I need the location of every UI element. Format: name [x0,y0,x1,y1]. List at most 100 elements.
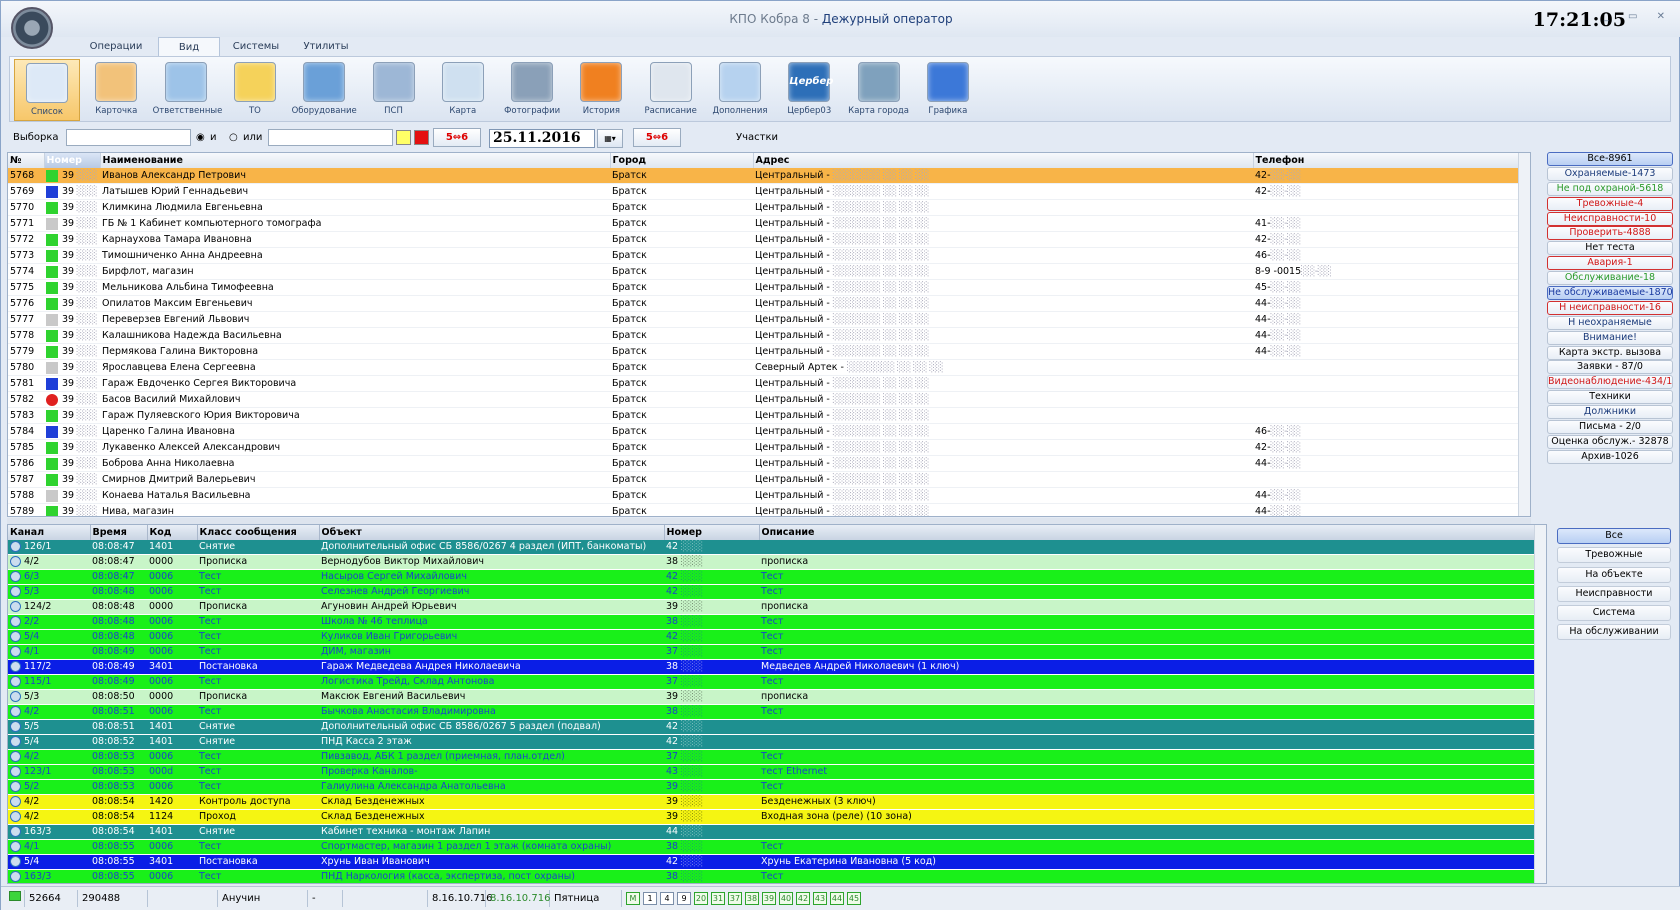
col-address[interactable]: Адрес [753,153,1254,168]
event-filter-3[interactable]: Неисправности [1557,585,1671,602]
events-scrollbar[interactable] [1534,525,1546,883]
table-row[interactable]: 5768 39 ░░░ Иванов Александр Петрович Братс… [8,168,1520,185]
table-row[interactable]: 5779 39 ░░░ Пермякова Галина Викторовна Бра… [8,343,1520,361]
table-row[interactable]: 5778 39 ░░░ Калашникова Надежда Васильевна… [8,327,1520,345]
channel-indicator[interactable]: 40 [779,892,793,905]
date-field[interactable]: 25.11.2016 [489,129,595,148]
tab-0[interactable]: Операции [81,37,151,57]
event-filter-5[interactable]: На обслуживании [1557,624,1671,641]
event-filter-0[interactable]: Все [1557,528,1671,544]
event-row[interactable]: 4/1 08:08:55 0006 Тест Спортмастер, магазин … [8,839,1536,856]
ribbon-button-7[interactable]: Фотографии [499,59,565,121]
filter-button-16[interactable]: Техники [1547,390,1673,405]
channel-indicator[interactable]: 9 [677,892,691,905]
ribbon-button-10[interactable]: Дополнения [707,59,773,121]
event-row[interactable]: 5/2 08:08:53 0006 Тест Галиулина Александра … [8,779,1536,796]
table-row[interactable]: 5770 39 ░░░ Климкина Людмила Евгеньевна Бра… [8,199,1520,217]
col-channel[interactable]: Канал [8,525,91,540]
filter-button-11[interactable]: Н неохраняемые [1547,315,1673,330]
table-row[interactable]: 5774 39 ░░░ Бирфлот, магазин Братск Централь… [8,263,1520,281]
col-class[interactable]: Класс сообщения [197,525,320,540]
filter-button-14[interactable]: Заявки - 87/0 [1547,360,1673,375]
ribbon-button-12[interactable]: Карта города [846,59,912,121]
event-row[interactable]: 5/4 08:08:52 1401 Снятие ПНД Касса 2 этаж 42 … [8,734,1536,751]
areas-label[interactable]: Участки [736,132,778,143]
date-swap-button[interactable]: 5⇔6 [633,128,681,147]
col-phone[interactable]: Телефон [1253,153,1521,168]
calendar-dropdown-icon[interactable]: ▦▾ [597,129,623,148]
ribbon-button-8[interactable]: История [568,59,634,121]
col-number[interactable]: Номер [44,153,101,168]
table-row[interactable]: 5786 39 ░░░ Боброва Анна Николаевна Братск Ц… [8,455,1520,473]
filter-button-17[interactable]: Должники [1547,405,1673,420]
table-row[interactable]: 5781 39 ░░░ Гараж Евдоченко Сергея Викторо… [8,375,1520,393]
filter-button-13[interactable]: Карта экстр. вызова [1547,345,1673,360]
table-row[interactable]: 5769 39 ░░░ Латышев Юрий Геннадьевич Братск… [8,183,1520,201]
event-row[interactable]: 163/3 08:08:55 0006 Тест ПНД Наркология (кас… [8,869,1536,883]
filter-button-1[interactable]: Охраняемые-1473 [1547,166,1673,181]
event-row[interactable]: 5/3 08:08:50 0000 Прописка Максюк Евгений Ва… [8,689,1536,706]
channel-indicator[interactable]: 38 [745,892,759,905]
ribbon-button-2[interactable]: Ответственные [153,59,222,121]
radio-or-icon[interactable]: ○ [229,132,238,143]
channel-indicator[interactable]: 43 [813,892,827,905]
event-row[interactable]: 115/1 08:08:49 0006 Тест Логистика Трейд, Ск… [8,674,1536,691]
channel-indicator[interactable]: 37 [728,892,742,905]
filter-button-9[interactable]: Не обслуживаемые-1870 [1547,286,1673,301]
filter-button-10[interactable]: Н неисправности-16 [1547,300,1673,315]
ribbon-button-11[interactable]: Цербер Цербер03 [776,59,842,121]
channel-indicator[interactable]: M [626,892,640,905]
event-row[interactable]: 5/5 08:08:51 1401 Снятие Дополнительный офис… [8,719,1536,736]
filter-button-19[interactable]: Оценка обслуж.- 32878 [1547,434,1673,449]
event-row[interactable]: 163/3 08:08:54 1401 Снятие Кабинет техника -… [8,824,1536,841]
table-row[interactable]: 5776 39 ░░░ Опилатов Максим Евгеньевич Брат… [8,295,1520,313]
table-row[interactable]: 5787 39 ░░░ Смирнов Дмитрий Валерьевич Брат… [8,471,1520,489]
filter-button-3[interactable]: Тревожные-4 [1547,196,1673,211]
event-row[interactable]: 117/2 08:08:49 3401 Постановка Гараж Медведе… [8,659,1536,676]
event-row[interactable]: 123/1 08:08:53 000d Тест Проверка Каналов- 43… [8,764,1536,781]
col-name[interactable]: Наименование [100,153,611,168]
ribbon-button-1[interactable]: Карточка [83,59,149,121]
table-row[interactable]: 5775 39 ░░░ Мельникова Альбина Тимофеевна Б… [8,279,1520,297]
tab-3[interactable]: Утилиты [293,37,359,57]
event-row[interactable]: 124/2 08:08:48 0000 Прописка Агуновин Андрей… [8,599,1536,616]
event-filter-4[interactable]: Система [1557,605,1671,622]
event-filter-2[interactable]: На объекте [1557,566,1671,583]
filter-or-input[interactable] [268,129,393,146]
ribbon-button-5[interactable]: ПСП [361,59,427,121]
event-row[interactable]: 4/2 08:08:54 1124 Проход Склад Безденежных 39… [8,809,1536,826]
yellow-filter-button[interactable] [396,130,411,145]
table-row[interactable]: 5771 39 ░░░ ГБ № 1 Кабинет компьютерного т… [8,215,1520,233]
ribbon-button-9[interactable]: Расписание [638,59,704,121]
filter-button-4[interactable]: Неисправности-10 [1547,211,1673,226]
table-row[interactable]: 5782 39 ░░░ Басов Василий Михайлович Братск… [8,391,1520,409]
ribbon-button-13[interactable]: Графика [915,59,981,121]
event-row[interactable]: 4/2 08:08:51 0006 Тест Бычкова Анастасия Вла… [8,704,1536,721]
event-row[interactable]: 4/2 08:08:54 1420 Контроль доступа Склад Без… [8,794,1536,811]
channel-indicator[interactable]: 45 [847,892,861,905]
ribbon-button-6[interactable]: Карта [430,59,496,121]
col-num[interactable]: Номер [664,525,760,540]
channel-indicator[interactable]: 4 [660,892,674,905]
filter-button-8[interactable]: Обслуживание-18 [1547,271,1673,286]
table-row[interactable]: 5772 39 ░░░ Карнаухова Тамара Ивановна Брат… [8,231,1520,249]
event-row[interactable]: 5/4 08:08:48 0006 Тест Куликов Иван Григорье… [8,629,1536,646]
filter-button-5[interactable]: Проверить-4888 [1547,226,1673,241]
table-row[interactable]: 5783 39 ░░░ Гараж Пуляевского Юрия Викторо… [8,407,1520,425]
channel-indicator[interactable]: 44 [830,892,844,905]
filter-button-12[interactable]: Внимание! [1547,330,1673,345]
channel-indicator[interactable]: 31 [711,892,725,905]
table-row[interactable]: 5789 39 ░░░ Нива, магазин Братск Центральный… [8,503,1520,516]
window-controls[interactable]: _ ▭ ✕ [1604,11,1673,22]
channel-indicator[interactable]: 42 [796,892,810,905]
filter-input[interactable] [66,129,191,146]
ribbon-button-0[interactable]: Список [14,59,80,121]
filter-button-2[interactable]: Не под охраной-5618 [1547,181,1673,196]
table-row[interactable]: 5784 39 ░░░ Царенко Галина Ивановна Братск Ц… [8,423,1520,441]
channel-indicator[interactable]: 20 [694,892,708,905]
tab-1[interactable]: Вид [158,37,220,57]
filter-button-15[interactable]: Видеонаблюдение-434/19 [1547,375,1673,390]
event-row[interactable]: 4/2 08:08:47 0000 Прописка Вернодубов Виктор… [8,554,1536,571]
event-row[interactable]: 6/3 08:08:47 0006 Тест Насыров Сергей Михайл… [8,569,1536,586]
filter-button-20[interactable]: Архив-1026 [1547,449,1673,464]
